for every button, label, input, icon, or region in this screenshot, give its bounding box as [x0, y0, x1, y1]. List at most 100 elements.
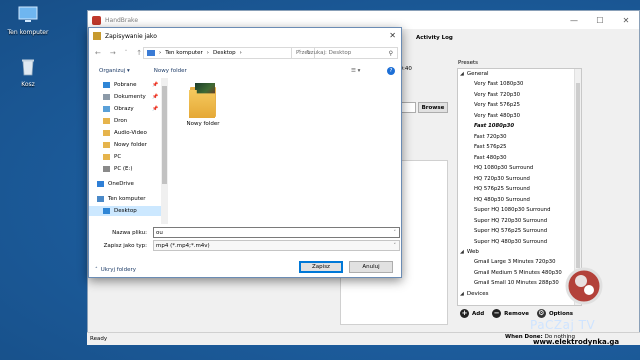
nav-item[interactable]: Dron	[89, 116, 161, 126]
collapse-triangle-icon: ◢	[460, 290, 464, 297]
remove-preset-button[interactable]: − Remove	[492, 309, 529, 318]
preset-group-web[interactable]: ◢ Web	[458, 247, 581, 257]
pin-icon: 📌	[152, 94, 159, 100]
folder-app-icon	[93, 32, 101, 40]
filename-row: Nazwa pliku: ou ˅	[89, 227, 401, 238]
preset-item[interactable]: Very Fast 576p25	[458, 100, 581, 111]
folder-icon	[103, 118, 110, 124]
address-separator: ›	[206, 50, 209, 56]
address-bar[interactable]: › Ten komputer › Desktop › ˅ ↻	[143, 47, 315, 59]
filetype-select[interactable]: mp4 (*.mp4;*.m4v) ˅	[153, 240, 400, 251]
nav-item[interactable]: PC (E:)	[89, 164, 161, 174]
preset-item[interactable]: Very Fast 1080p30	[458, 79, 581, 90]
folder-icon	[103, 82, 110, 88]
forward-arrow-icon[interactable]: →	[110, 49, 116, 57]
preset-group-general[interactable]: ◢ General	[458, 69, 581, 79]
organize-menu[interactable]: Organizuj ▾	[99, 68, 130, 74]
preset-item[interactable]: Fast 576p25	[458, 142, 581, 153]
nav-item[interactable]: OneDrive	[89, 179, 161, 189]
save-button[interactable]: Zapisz	[299, 261, 343, 273]
preset-item[interactable]: Fast 480p30	[458, 153, 581, 164]
watermark-logo-icon	[565, 267, 603, 305]
preset-group-label: General	[466, 71, 489, 77]
address-sep-icon: ›	[159, 50, 162, 56]
preset-item[interactable]: Very Fast 480p30	[458, 111, 581, 122]
preset-item[interactable]: HQ 1080p30 Surround	[458, 163, 581, 174]
nav-item-label: Obrazy	[114, 106, 134, 112]
preset-item[interactable]: Fast 720p30	[458, 132, 581, 143]
preset-item[interactable]: Super HQ 480p30 Surround	[458, 237, 581, 248]
nav-item-label: Ten komputer	[108, 196, 146, 202]
desktop-icon-this-pc[interactable]: Ten komputer	[4, 6, 52, 36]
browse-button[interactable]: Browse	[418, 102, 448, 113]
navigation-scrollbar[interactable]	[161, 78, 168, 224]
preset-item[interactable]: Super HQ 1080p30 Surround	[458, 205, 581, 216]
search-box[interactable]: Przeszukaj: Desktop ⚲	[291, 47, 398, 59]
this-pc-icon	[147, 50, 155, 56]
folder-icon	[103, 106, 110, 112]
view-options-icon[interactable]: ☰ ▾	[351, 68, 360, 74]
nav-item[interactable]: Pobrane 📌	[89, 80, 161, 90]
back-arrow-icon[interactable]: ←	[95, 49, 101, 57]
chevron-down-icon[interactable]: ˅	[394, 243, 397, 249]
activity-log-tab[interactable]: Activity Log	[416, 35, 453, 41]
preset-item[interactable]: Fast 1080p30	[458, 121, 581, 132]
address-part-this-pc[interactable]: Ten komputer	[165, 50, 203, 56]
preset-item[interactable]: HQ 576p25 Surround	[458, 184, 581, 195]
filetype-label: Zapisz jako typ:	[103, 242, 147, 249]
filename-input[interactable]: ou ˅	[153, 227, 400, 238]
add-preset-button[interactable]: + Add	[460, 309, 484, 318]
dialog-close-button[interactable]: ✕	[389, 31, 396, 40]
chevron-up-icon: ˄	[95, 267, 98, 273]
minimize-button[interactable]: —	[561, 11, 587, 29]
close-button[interactable]: ✕	[613, 11, 639, 29]
cancel-button[interactable]: Anuluj	[349, 261, 393, 273]
dialog-titlebar: Zapisywanie jako	[89, 28, 401, 44]
address-separator: ›	[239, 50, 242, 56]
dialog-title: Zapisywanie jako	[105, 32, 157, 40]
up-arrow-icon[interactable]: ↑	[136, 49, 142, 57]
address-part-desktop[interactable]: Desktop	[213, 50, 236, 56]
nav-item-label: PC	[114, 154, 122, 160]
collapse-triangle-icon: ◢	[460, 71, 464, 77]
nav-item[interactable]: Audio-Video	[89, 128, 161, 138]
desktop-icon-label: Ten komputer	[7, 29, 49, 36]
recent-locations-icon[interactable]: ˅	[125, 50, 128, 56]
computer-icon	[18, 6, 38, 22]
preset-item[interactable]: Very Fast 720p30	[458, 90, 581, 101]
preset-item[interactable]: Super HQ 720p30 Surround	[458, 216, 581, 227]
nav-item[interactable]: Nowy folder	[89, 140, 161, 150]
folder-icon	[103, 94, 110, 100]
nav-item[interactable]: Obrazy 📌	[89, 104, 161, 114]
nav-item[interactable]: Dokumenty 📌	[89, 92, 161, 102]
nav-item[interactable]: Desktop	[89, 206, 161, 216]
presets-heading: Presets	[458, 60, 479, 66]
preset-item[interactable]: Super HQ 576p25 Surround	[458, 226, 581, 237]
nav-item-label: Dron	[114, 118, 128, 124]
desktop-icon-recycle-bin[interactable]: Kosz	[4, 58, 52, 88]
folder-icon	[188, 81, 218, 119]
preset-item[interactable]: HQ 480p30 Surround	[458, 195, 581, 206]
collapse-triangle-icon: ◢	[460, 249, 464, 255]
help-icon[interactable]: ?	[387, 67, 395, 75]
folder-icon	[97, 196, 104, 202]
filetype-value: mp4 (*.mp4;*.m4v)	[156, 242, 210, 249]
hide-folders-toggle[interactable]: ˄ Ukryj foldery	[95, 267, 136, 273]
nav-item[interactable]: Ten komputer	[89, 194, 161, 204]
folder-icon	[97, 181, 104, 187]
new-folder-button[interactable]: Nowy folder	[154, 68, 187, 74]
nav-item-label: Audio-Video	[114, 130, 147, 136]
chevron-down-icon[interactable]: ˅	[394, 230, 397, 236]
nav-item[interactable]: PC	[89, 152, 161, 162]
recycle-bin-icon	[22, 59, 34, 76]
watermark-url: www.elektrodynka.ga	[533, 338, 620, 346]
maximize-button[interactable]: ☐	[587, 11, 613, 29]
add-preset-label: Add	[472, 310, 485, 317]
pin-icon: 📌	[152, 106, 159, 112]
save-as-dialog: Zapisywanie jako ✕ ← → ˅ ↑ › Ten kompute…	[88, 27, 402, 278]
file-item-folder[interactable]: Nowy folder	[185, 81, 221, 127]
preset-item[interactable]: HQ 720p30 Surround	[458, 174, 581, 185]
handbrake-title: HandBrake	[105, 16, 139, 24]
nav-item-label: Pobrane	[114, 82, 137, 88]
nav-item-label: Nowy folder	[114, 142, 147, 148]
